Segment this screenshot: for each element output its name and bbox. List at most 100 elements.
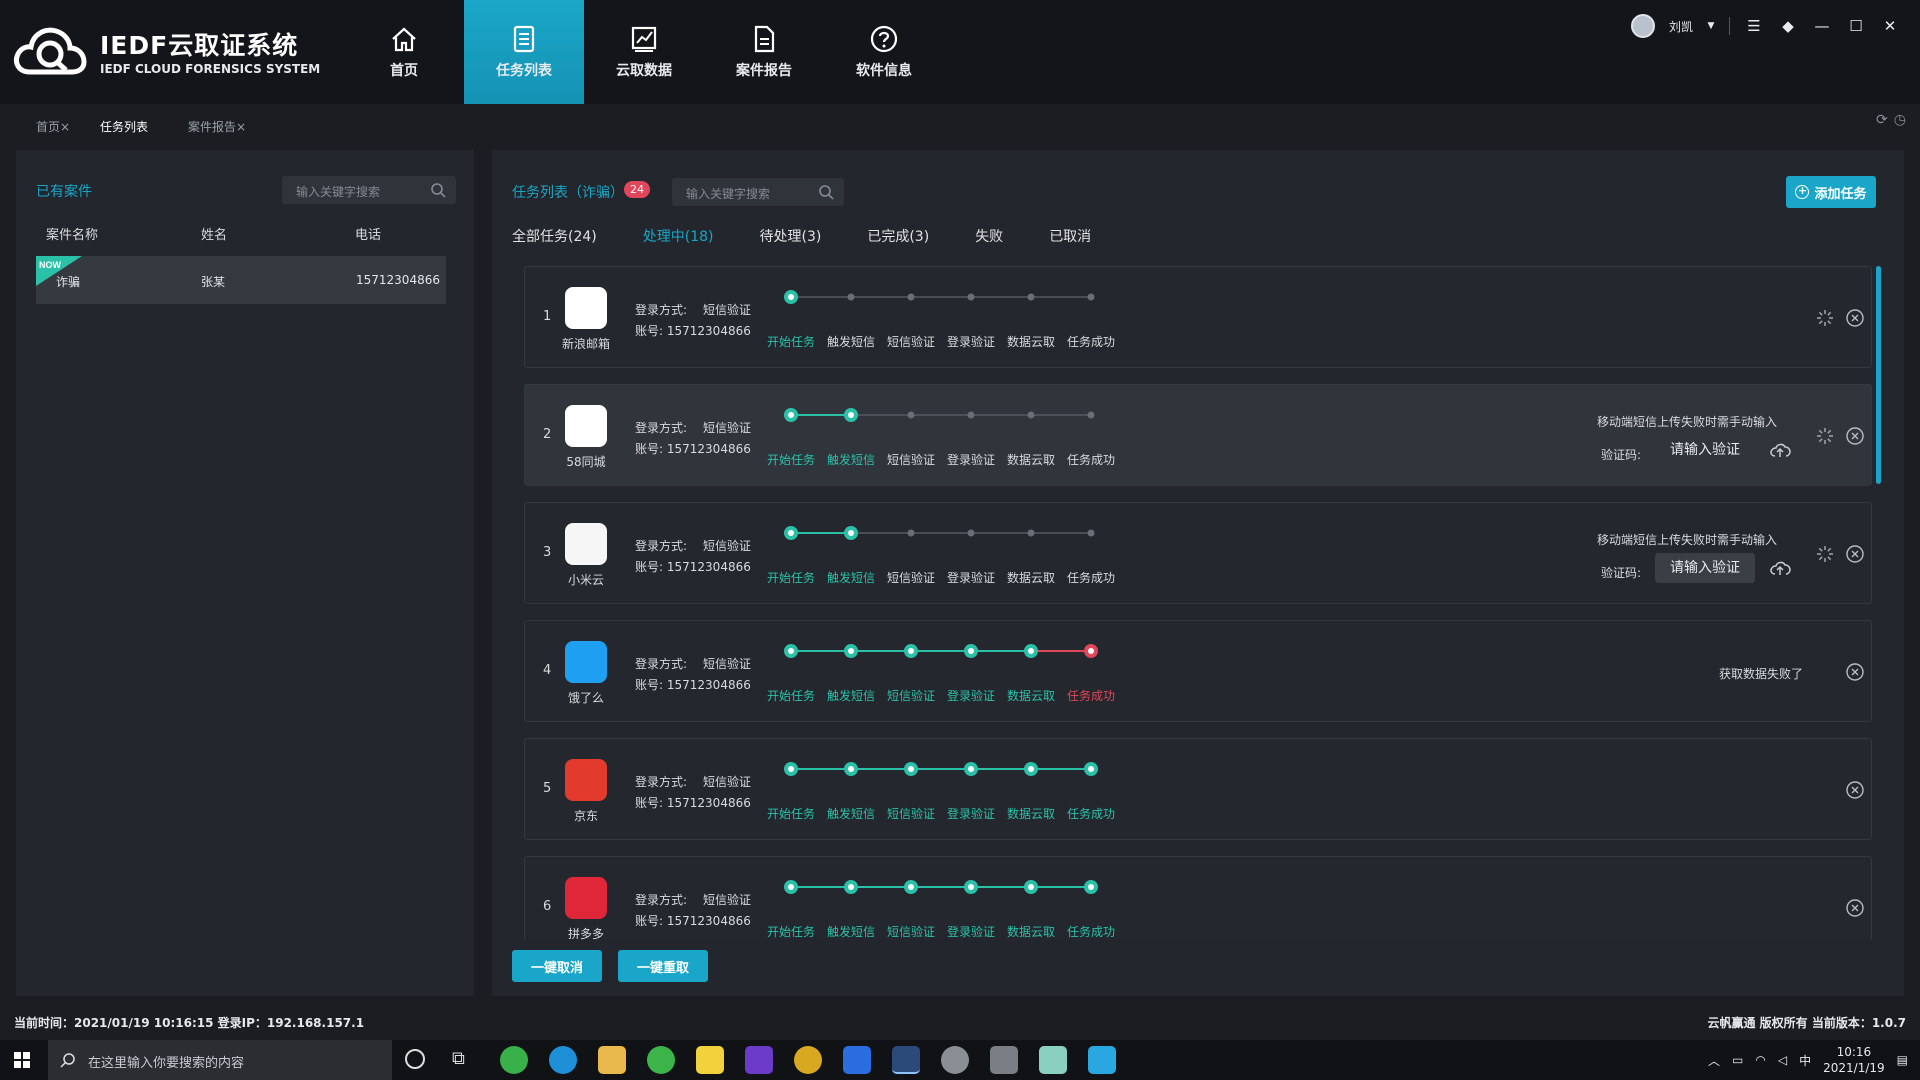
nav-task-list[interactable]: 任务列表 — [464, 0, 584, 104]
search-icon[interactable] — [430, 182, 446, 198]
loading-icon — [1817, 310, 1833, 326]
windows-start-icon[interactable] — [14, 1052, 30, 1068]
case-phone: 15712304866 — [356, 273, 440, 287]
task-card[interactable]: 6 拼多多 登录方式: 短信验证 账号: 15712304866 开始任务 触发短信 短信验证… — [524, 856, 1872, 940]
task-card[interactable]: 1 新浪邮箱 登录方式: 短信验证 账号: 15712304866 开始任务 触发短信 短信验… — [524, 266, 1872, 368]
step-node — [1027, 529, 1035, 537]
task-view-icon[interactable]: ⧉ — [452, 1048, 465, 1069]
tab-case-report[interactable]: 案件报告× — [188, 118, 246, 135]
cloud-logo-icon — [14, 27, 87, 75]
app-icon[interactable] — [941, 1046, 969, 1074]
avatar[interactable] — [1630, 14, 1655, 38]
close-icon[interactable] — [1845, 780, 1865, 800]
add-task-button[interactable]: + 添加任务 — [1786, 176, 1876, 208]
spinner-ray — [1827, 438, 1832, 443]
tab-home[interactable]: 首页× — [36, 118, 70, 135]
step-label: 数据云取 — [1006, 335, 1055, 349]
case-search-placeholder: 输入关键字搜索 — [296, 185, 381, 199]
maximize-icon[interactable]: ☐ — [1846, 16, 1866, 36]
app-icon[interactable] — [990, 1046, 1018, 1074]
close-icon[interactable] — [1845, 898, 1865, 918]
app-icon[interactable] — [843, 1046, 871, 1074]
skin-icon[interactable]: ◆ — [1778, 16, 1798, 36]
list-icon — [513, 25, 535, 53]
task-search-input[interactable]: 输入关键字搜索 — [672, 178, 844, 206]
divider — [1729, 17, 1730, 35]
cloud-upload-icon[interactable] — [1769, 441, 1791, 459]
filter-tab-completed[interactable]: 已完成(3) — [867, 226, 929, 246]
filter-tab-processing[interactable]: 处理中(18) — [643, 226, 714, 246]
step-label: 登录验证 — [946, 335, 995, 349]
nav-cloud-data[interactable]: 云取数据 — [584, 0, 704, 104]
app-icon[interactable] — [1088, 1046, 1116, 1074]
close-icon[interactable] — [1845, 308, 1865, 328]
nav-software-info[interactable]: 软件信息 — [824, 0, 944, 104]
history-icon[interactable]: ◷ — [1894, 112, 1906, 128]
app-icon[interactable] — [794, 1046, 822, 1074]
login-value: 短信验证 — [703, 303, 752, 317]
status-time-ip: 当前时间：2021/01/19 10:16:15 登录IP：192.168.15… — [14, 1016, 365, 1030]
cortana-icon[interactable] — [405, 1049, 425, 1069]
app-name: 58同城 — [566, 455, 606, 469]
tab-task-list[interactable]: 任务列表 — [100, 118, 148, 135]
volume-icon[interactable]: ◁ — [1778, 1053, 1787, 1067]
case-search-input[interactable]: 输入关键字搜索 — [282, 176, 456, 204]
close-icon[interactable] — [1845, 662, 1865, 682]
close-icon[interactable] — [1845, 426, 1865, 446]
account-value: 15712304866 — [666, 914, 751, 928]
verify-code-input[interactable]: 请输入验证 — [1655, 553, 1755, 583]
app-360-icon[interactable] — [500, 1046, 528, 1074]
filter-tab-cancelled[interactable]: 已取消 — [1049, 226, 1091, 246]
close-icon[interactable] — [1845, 544, 1865, 564]
filter-tab-all[interactable]: 全部任务(24) — [512, 226, 597, 246]
login-label: 登录方式: — [635, 539, 688, 553]
edge-browser-icon[interactable] — [549, 1046, 577, 1074]
file-explorer-icon[interactable] — [598, 1046, 626, 1074]
step-label: 短信验证 — [886, 453, 935, 467]
taskbar-search-input[interactable]: 在这里输入你要搜索的内容 — [48, 1040, 392, 1080]
search-icon[interactable] — [818, 184, 834, 200]
retry-all-button[interactable]: 一键重取 — [618, 950, 708, 982]
task-card[interactable]: 5 京东 登录方式: 短信验证 账号: 15712304866 开始任务 触发短信 短信验证登… — [524, 738, 1872, 840]
ime-indicator[interactable]: 中 — [1799, 1052, 1811, 1069]
step-label: 开始任务 — [766, 453, 815, 467]
verify-code-label: 验证码: — [1601, 448, 1642, 462]
chevron-down-icon[interactable]: ▼ — [1707, 16, 1715, 36]
case-name: 诈骗 — [56, 275, 81, 289]
app-icon[interactable] — [1039, 1046, 1067, 1074]
refresh-icon[interactable]: ⟳ — [1876, 112, 1888, 128]
minimize-icon[interactable]: — — [1812, 16, 1832, 36]
task-list-scrollbar[interactable] — [1876, 266, 1881, 484]
case-row[interactable]: NOW 诈骗 张某 15712304866 — [36, 256, 446, 304]
verify-code-input[interactable]: 请输入验证 — [1655, 435, 1755, 465]
task-card[interactable]: 2 58同城 登录方式: 短信验证 账号: 15712304866 开始任务 触发短信 短信验… — [524, 384, 1872, 486]
clock[interactable]: 10:16 2021/1/19 — [1823, 1044, 1885, 1076]
nav-case-report[interactable]: 案件报告 — [704, 0, 824, 104]
step-node-center — [788, 530, 794, 536]
task-number: 1 — [543, 309, 552, 324]
case-panel: 已有案件 输入关键字搜索 案件名称 姓名 电话 NOW 诈骗 张某 157123… — [16, 150, 474, 996]
task-status-text: 获取数据失败了 — [1719, 667, 1804, 681]
filter-tab-pending[interactable]: 待处理(3) — [760, 226, 822, 246]
iedf-app-icon[interactable] — [892, 1046, 920, 1074]
hex-editor-icon[interactable] — [745, 1046, 773, 1074]
step-node-center — [1028, 884, 1034, 890]
nav-home[interactable]: 首页 — [344, 0, 464, 104]
filter-tab-failed[interactable]: 失败 — [975, 226, 1003, 246]
chevron-up-icon[interactable]: ︿ — [1708, 1052, 1720, 1069]
task-card[interactable]: 3 小米云 登录方式: 短信验证 账号: 15712304866 开始任务 触发短信 短信验证… — [524, 502, 1872, 604]
wifi-icon[interactable]: ◠ — [1755, 1053, 1765, 1067]
status-copyright: 云帆赢通 版权所有 当前版本：1.0.7 — [1707, 1016, 1906, 1030]
nav-label: 云取数据 — [616, 63, 672, 79]
cloud-upload-icon[interactable] — [1769, 559, 1791, 577]
notification-icon[interactable]: ▤ — [1897, 1053, 1908, 1067]
wechat-icon[interactable] — [647, 1046, 675, 1074]
cancel-all-button[interactable]: 一键取消 — [512, 950, 602, 982]
player-icon[interactable] — [696, 1046, 724, 1074]
task-card[interactable]: 4 饿了么 登录方式: 短信验证 账号: 15712304866 开始任务 触发短信 短信验证… — [524, 620, 1872, 722]
battery-icon[interactable]: ▭ — [1732, 1053, 1743, 1067]
close-window-icon[interactable]: ✕ — [1880, 16, 1900, 36]
account: 账号: 15712304866 — [635, 322, 751, 339]
username[interactable]: 刘凯 — [1669, 18, 1693, 35]
menu-icon[interactable]: ☰ — [1744, 16, 1764, 36]
